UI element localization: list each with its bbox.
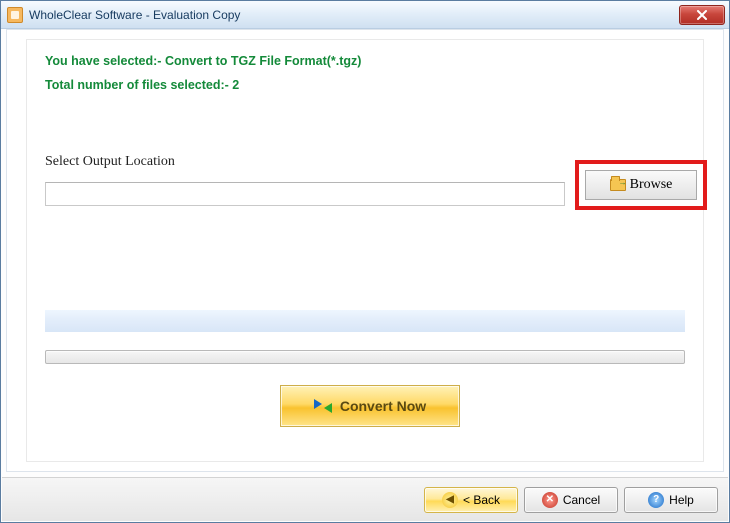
folder-icon	[610, 179, 626, 191]
convert-button[interactable]: Convert Now	[280, 385, 460, 427]
file-count-text: Total number of files selected:- 2	[45, 78, 685, 92]
help-button[interactable]: ? Help	[624, 487, 718, 513]
close-icon	[697, 10, 707, 20]
back-button-label: < Back	[463, 493, 500, 507]
app-window: WholeClear Software - Evaluation Copy Yo…	[0, 0, 730, 523]
help-icon: ?	[648, 492, 664, 508]
output-location-input[interactable]	[45, 182, 565, 206]
client-area: You have selected:- Convert to TGZ File …	[6, 29, 724, 472]
close-button[interactable]	[679, 5, 725, 25]
progress-bar	[45, 350, 685, 364]
selected-format-text: You have selected:- Convert to TGZ File …	[45, 54, 685, 68]
convert-button-label: Convert Now	[340, 398, 426, 414]
convert-icon	[314, 397, 332, 415]
back-icon: ◀	[442, 492, 458, 508]
footer-bar: ◀ < Back ✕ Cancel ? Help	[2, 477, 728, 521]
window-title: WholeClear Software - Evaluation Copy	[29, 8, 679, 22]
cancel-button[interactable]: ✕ Cancel	[524, 487, 618, 513]
info-strip	[45, 310, 685, 332]
browse-highlight: Browse	[575, 160, 707, 210]
cancel-button-label: Cancel	[563, 493, 600, 507]
browse-button-label: Browse	[630, 177, 673, 193]
cancel-icon: ✕	[542, 492, 558, 508]
help-button-label: Help	[669, 493, 694, 507]
back-button[interactable]: ◀ < Back	[424, 487, 518, 513]
titlebar: WholeClear Software - Evaluation Copy	[1, 1, 729, 29]
browse-button[interactable]: Browse	[585, 170, 697, 200]
app-icon	[7, 7, 23, 23]
main-panel: You have selected:- Convert to TGZ File …	[26, 39, 704, 462]
output-row: Browse	[45, 174, 685, 226]
